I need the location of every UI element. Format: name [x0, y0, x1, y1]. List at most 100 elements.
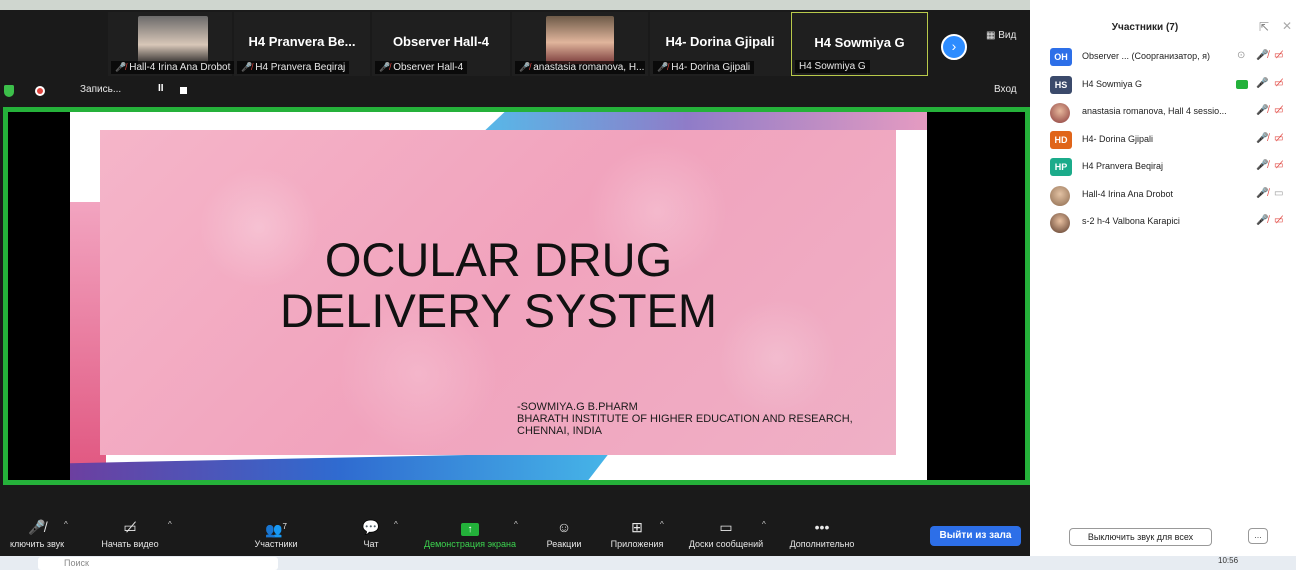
tile-subtitle: 🎤̸ anastasia romanova, H... [515, 61, 645, 74]
avatar [1050, 213, 1070, 233]
taskbar-search[interactable]: Поиск [38, 557, 278, 570]
participant-row[interactable]: Hall-4 Irina Ana Drobot 🎤̸ ▭ [1032, 184, 1296, 212]
mic-muted-icon: 🎤̸ [1256, 215, 1269, 226]
chevron-up-icon[interactable]: ^ [762, 520, 766, 529]
leave-room-button[interactable]: Выйти из зала [930, 526, 1021, 546]
apps-button[interactable]: ⊞ Приложения ^ [604, 518, 670, 549]
participant-row[interactable]: s-2 h-4 Valbona Karapici 🎤̸ ▭̸ [1032, 211, 1296, 239]
mic-muted-icon: 🎤̸ [115, 62, 127, 72]
video-off-icon: ▭̸ [1274, 77, 1284, 89]
pause-recording-button[interactable]: II [158, 83, 164, 94]
participant-name: Hall-4 Irina Ana Drobot [1082, 188, 1174, 199]
mic-muted-icon: 🎤̸ [1256, 160, 1269, 171]
zoom-window: 🎤̸ Hall-4 Irina Ana Drobot H4 Pranvera Be… [0, 0, 1296, 570]
more-icon: ••• [814, 519, 830, 535]
popout-icon[interactable]: ⇱ [1259, 20, 1269, 34]
chat-button[interactable]: 💬 Чат ^ [354, 518, 397, 549]
participants-button[interactable]: 👥7 Участники [246, 518, 306, 549]
chevron-up-icon[interactable]: ^ [660, 520, 664, 529]
video-icon: ▭ [1274, 187, 1284, 199]
reactions-button[interactable]: ☺ Реакции [542, 518, 586, 549]
avatar: HS [1050, 75, 1072, 94]
tile-name: H4 Sowmiya G [814, 35, 905, 50]
avatar [1050, 103, 1070, 123]
participant-video [138, 16, 208, 64]
taskbar: Поиск 10:56 [0, 556, 1296, 570]
video-tile-pranvera[interactable]: H4 Pranvera Be... 🎤̸ H4 Pranvera Beqiraj [234, 12, 370, 76]
whiteboards-button[interactable]: ▭ Доски сообщений ^ [680, 518, 772, 549]
shield-icon [4, 85, 14, 97]
presentation-slide: OCULAR DRUG DELIVERY SYSTEM -SOWMIYA.G B… [70, 112, 927, 480]
video-tile-anastasia[interactable]: 🎤̸ anastasia romanova, H... [512, 12, 648, 76]
exit-button[interactable]: Вход [994, 84, 1017, 95]
clock: 10:56 [1218, 556, 1239, 565]
video-off-icon: ▭̸ [1274, 132, 1284, 144]
share-screen-button[interactable]: ↑ Демонстрация экрана ^ [414, 518, 526, 549]
gallery-strip: 🎤̸ Hall-4 Irina Ana Drobot H4 Pranvera Be… [0, 12, 1030, 76]
participant-name: H4 Sowmiya G [1082, 78, 1143, 89]
participants-icon: 👥7 [265, 521, 287, 538]
chat-icon: 💬 [362, 519, 380, 535]
chevron-up-icon[interactable]: ^ [514, 520, 518, 529]
mic-muted-icon: 🎤̸ [241, 62, 253, 72]
video-off-icon: ▭̸ [1274, 160, 1284, 171]
top-strip [0, 0, 1030, 10]
whiteboard-icon: ▭ [719, 519, 733, 535]
mic-muted-icon: 🎤̸ [1256, 132, 1269, 144]
video-off-icon: ▭̸ [1274, 105, 1284, 116]
participant-row[interactable]: HP H4 Pranvera Beqiraj 🎤̸ ▭̸ [1032, 156, 1296, 184]
record-icon [35, 86, 45, 96]
start-video-button[interactable]: ▭̸ Начать видео ^ [94, 518, 171, 549]
settings-icon: ⊙ [1237, 50, 1246, 61]
participant-row[interactable]: anastasia romanova, Hall 4 sessio... 🎤̸ … [1032, 101, 1296, 129]
recording-label: Запись... [80, 84, 122, 95]
slide-decoration [70, 452, 610, 480]
participant-row[interactable]: HD H4- Dorina Gjipali 🎤̸ ▭̸ [1032, 129, 1296, 157]
panel-title: Участники (7) [1111, 22, 1179, 33]
avatar [1050, 185, 1070, 206]
tile-name: H4 Pranvera Be... [248, 34, 356, 49]
sharing-screen-icon [1236, 79, 1248, 89]
video-tile-observer[interactable]: Observer Hall-4 🎤̸ Observer Hall-4 [372, 12, 510, 76]
stop-recording-button[interactable] [180, 87, 187, 94]
participant-name: s-2 h-4 Valbona Karapici [1082, 216, 1180, 226]
mic-muted-icon: 🎤̸ [1256, 50, 1269, 61]
share-screen-icon: ↑ [414, 518, 526, 536]
slide-author: -SOWMIYA.G B.PHARM BHARATH INSTITUTE OF … [517, 401, 853, 437]
meeting-area: 🎤̸ Hall-4 Irina Ana Drobot H4 Pranvera Be… [0, 0, 1030, 556]
mic-muted-icon: 🎤̸ [1256, 187, 1269, 199]
video-off-icon: ▭̸ [1274, 215, 1284, 226]
mic-muted-icon: 🎤̸ [1256, 105, 1269, 116]
chevron-up-icon[interactable]: ^ [64, 520, 68, 529]
mic-icon: 🎤 [1256, 77, 1269, 89]
chevron-up-icon[interactable]: ^ [394, 520, 398, 529]
close-icon[interactable]: ✕ [1282, 19, 1292, 33]
video-tile-dorina[interactable]: H4- Dorina Gjipali 🎤̸ H4- Dorina Gjipali [650, 12, 790, 76]
participant-name: H4- Dorina Gjipali [1082, 133, 1154, 144]
tile-subtitle: 🎤̸ H4- Dorina Gjipali [653, 61, 755, 74]
participant-list: OH Observer ... (Соорганизатор, я) ⊙ 🎤̸ … [1032, 46, 1296, 239]
mute-all-button[interactable]: Выключить звук для всех [1069, 528, 1212, 546]
recording-bar: Запись... II Вход [0, 82, 1030, 100]
grid-icon: ▦ [986, 30, 996, 41]
more-button[interactable]: ••• Дополнительно [782, 518, 862, 549]
mic-muted-icon: 🎤̸ [379, 62, 391, 72]
gallery-next-button[interactable]: › [941, 34, 967, 60]
video-tile-sowmiya[interactable]: H4 Sowmiya G H4 Sowmiya G [791, 12, 928, 76]
slide-title: OCULAR DRUG DELIVERY SYSTEM [279, 233, 718, 337]
video-tile-irina[interactable]: 🎤̸ Hall-4 Irina Ana Drobot [108, 12, 235, 76]
tile-subtitle: 🎤̸ Hall-4 Irina Ana Drobot [111, 61, 235, 74]
participant-row[interactable]: HS H4 Sowmiya G 🎤 ▭̸ [1032, 74, 1296, 102]
panel-more-button[interactable]: ... [1248, 528, 1268, 544]
participant-name: anastasia romanova, Hall 4 sessio... [1082, 106, 1227, 116]
emoji-icon: ☺ [556, 519, 572, 535]
chevron-right-icon: › [951, 38, 957, 54]
chevron-up-icon[interactable]: ^ [168, 520, 172, 529]
avatar: HP [1050, 158, 1072, 176]
participant-row[interactable]: OH Observer ... (Соорганизатор, я) ⊙ 🎤̸ … [1032, 46, 1296, 74]
view-button[interactable]: ▦ Вид [986, 30, 1016, 41]
participant-name: Observer ... (Соорганизатор, я) [1082, 51, 1210, 61]
video-off-icon: ▭̸ [123, 519, 137, 535]
mute-button[interactable]: 🎤̸ ключить звук ^ [0, 518, 74, 549]
avatar: HD [1050, 130, 1072, 149]
